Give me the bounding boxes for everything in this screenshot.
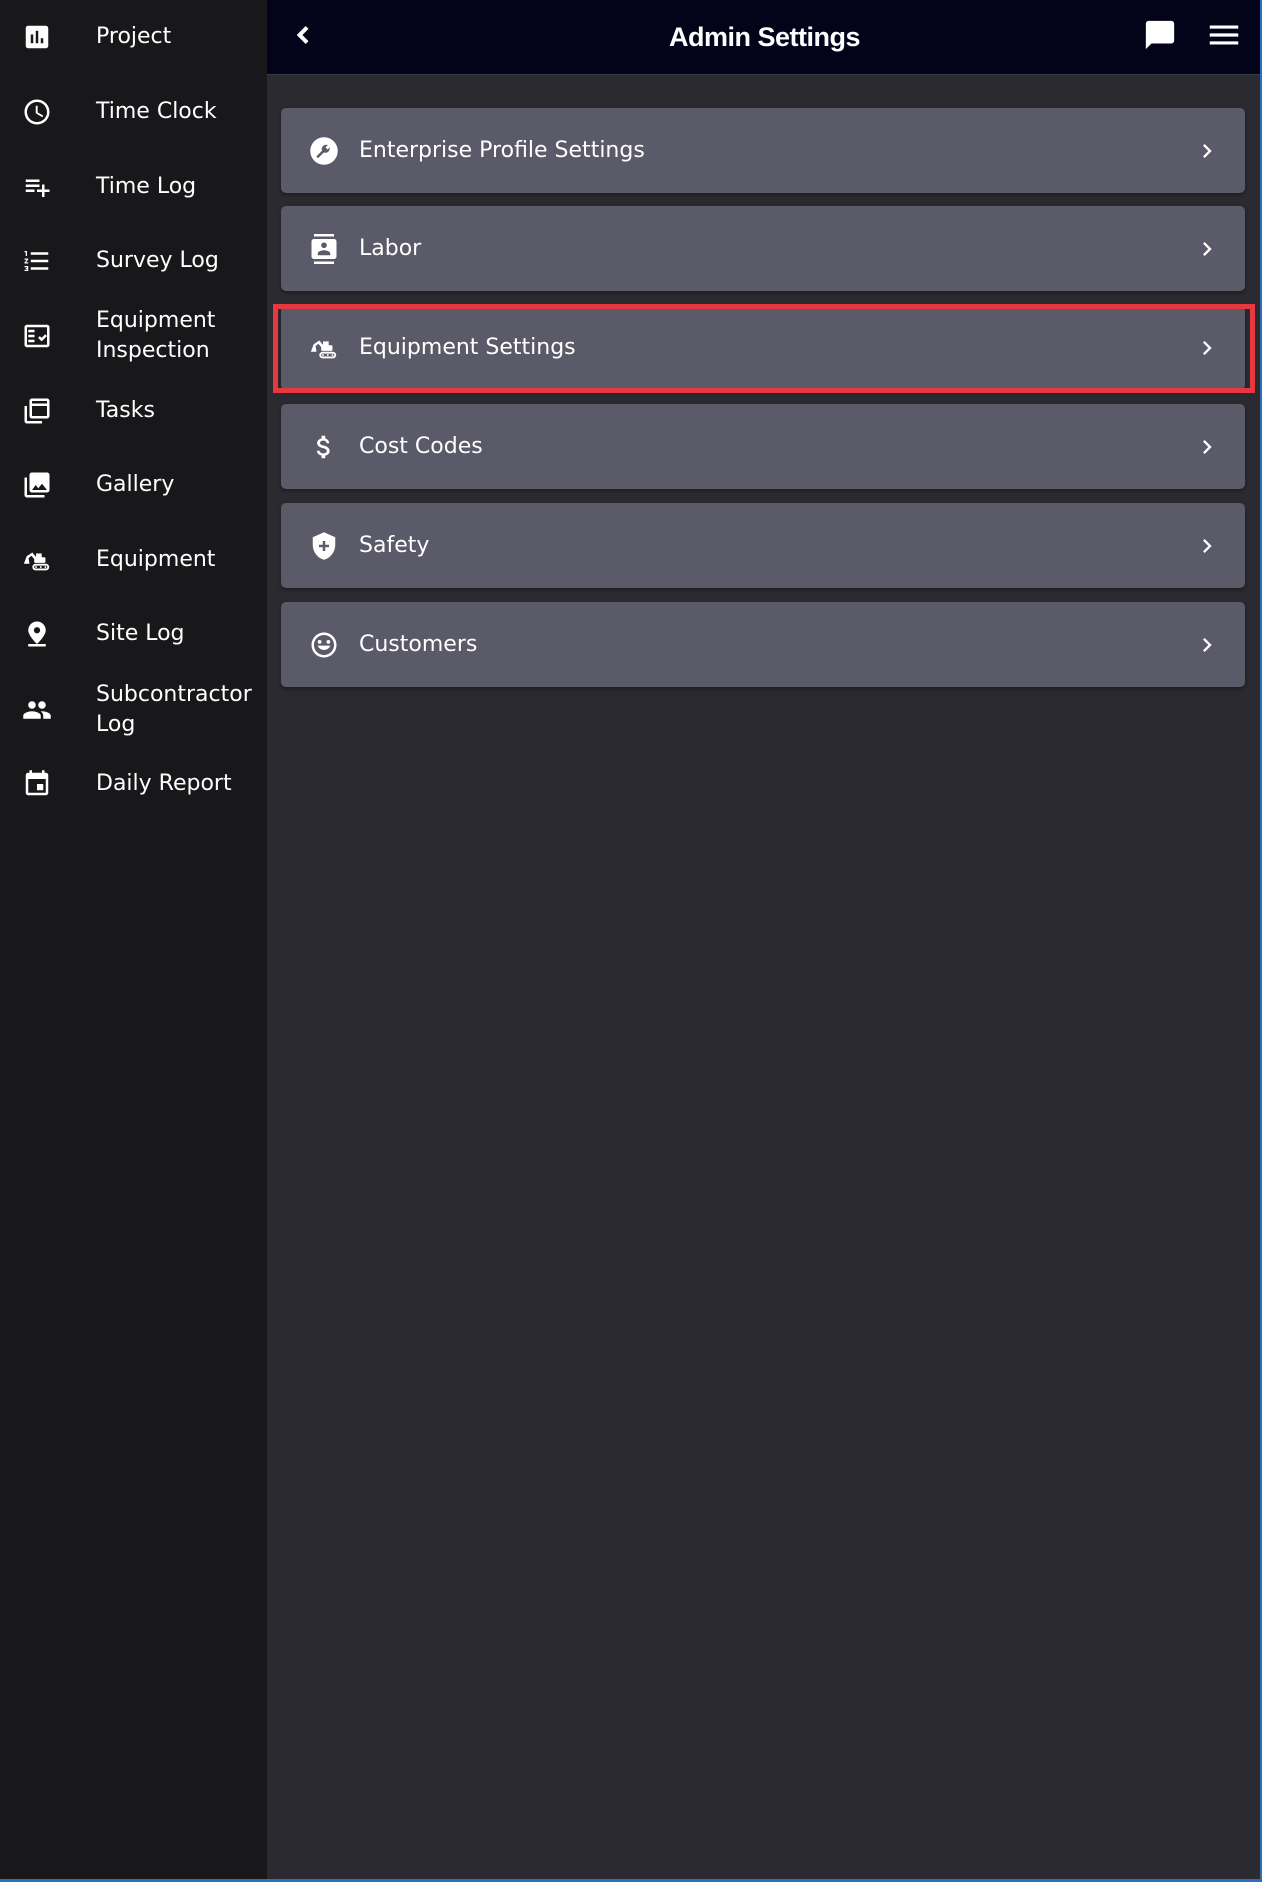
chevron-right-icon bbox=[1193, 631, 1221, 659]
settings-item-label: Enterprise Profile Settings bbox=[359, 138, 645, 163]
chevron-right-icon bbox=[1193, 235, 1221, 263]
settings-item-label: Customers bbox=[359, 632, 478, 657]
bar-chart-icon bbox=[22, 22, 52, 52]
checklist-box-icon bbox=[22, 321, 52, 351]
wrench-icon bbox=[308, 135, 340, 167]
sidebar-item-tasks[interactable]: Tasks bbox=[0, 396, 267, 426]
settings-item-label: Labor bbox=[359, 236, 422, 261]
people-icon bbox=[22, 695, 52, 725]
excavator-icon bbox=[22, 545, 52, 575]
smiley-icon bbox=[308, 629, 340, 661]
sidebar-item-time-clock[interactable]: Time Clock bbox=[0, 97, 267, 127]
sidebar-item-gallery[interactable]: Gallery bbox=[0, 470, 267, 500]
settings-item-cost-codes[interactable]: Cost Codes bbox=[281, 404, 1245, 489]
sidebar-item-label: Gallery bbox=[96, 472, 175, 497]
main-content: Admin Settings Enterprise Profile Settin… bbox=[267, 0, 1262, 1882]
menu-button[interactable] bbox=[1204, 17, 1244, 57]
excavator-icon bbox=[308, 332, 340, 364]
sidebar-item-label: Site Log bbox=[96, 621, 185, 646]
photo-library-icon bbox=[22, 470, 52, 500]
hamburger-menu-icon bbox=[1205, 16, 1243, 58]
settings-item-equipment-settings[interactable]: Equipment Settings bbox=[281, 305, 1245, 390]
sidebar-item-site-log[interactable]: Site Log bbox=[0, 619, 267, 649]
sidebar-item-label: Survey Log bbox=[96, 248, 219, 273]
sidebar-item-time-log[interactable]: Time Log bbox=[0, 172, 267, 202]
calendar-icon bbox=[22, 769, 52, 799]
settings-item-label: Safety bbox=[359, 533, 430, 558]
sidebar-item-equipment[interactable]: Equipment bbox=[0, 545, 267, 575]
sidebar-item-subcontractor-log[interactable]: Subcontractor Log bbox=[0, 680, 267, 740]
sidebar-item-equipment-inspection[interactable]: Equipment Inspection bbox=[0, 306, 267, 366]
clock-icon bbox=[22, 97, 52, 127]
app-header: Admin Settings bbox=[267, 0, 1262, 75]
settings-item-label: Equipment Settings bbox=[359, 335, 576, 360]
settings-item-customers[interactable]: Customers bbox=[281, 602, 1245, 687]
chevron-right-icon bbox=[1193, 334, 1221, 362]
sidebar-item-label: Daily Report bbox=[96, 771, 232, 796]
playlist-add-icon bbox=[22, 172, 52, 202]
sidebar: Project Time Clock Time Log Survey Log E… bbox=[0, 0, 267, 1882]
sidebar-item-project[interactable]: Project bbox=[0, 22, 267, 52]
sidebar-item-label: Equipment Inspection bbox=[96, 308, 216, 363]
sidebar-item-survey-log[interactable]: Survey Log bbox=[0, 246, 267, 276]
sidebar-item-label: Time Clock bbox=[96, 99, 217, 124]
dollar-icon bbox=[308, 431, 340, 463]
stacked-cards-icon bbox=[22, 396, 52, 426]
chevron-right-icon bbox=[1193, 532, 1221, 560]
page-title: Admin Settings bbox=[668, 22, 861, 52]
sidebar-item-label: Project bbox=[96, 24, 172, 49]
chat-button[interactable] bbox=[1140, 17, 1180, 57]
list-numbered-icon bbox=[22, 246, 52, 276]
chevron-right-icon bbox=[1193, 137, 1221, 165]
settings-item-label: Cost Codes bbox=[359, 434, 483, 459]
map-pin-icon bbox=[22, 619, 52, 649]
chevron-right-icon bbox=[1193, 433, 1221, 461]
sidebar-item-label: Time Log bbox=[96, 174, 197, 199]
sidebar-item-daily-report[interactable]: Daily Report bbox=[0, 769, 267, 799]
settings-item-enterprise-profile[interactable]: Enterprise Profile Settings bbox=[281, 108, 1245, 193]
shield-plus-icon bbox=[308, 530, 340, 562]
sidebar-item-label: Equipment bbox=[96, 547, 216, 572]
contact-card-icon bbox=[308, 233, 340, 265]
sidebar-item-label: Subcontractor Log bbox=[96, 682, 252, 737]
settings-item-safety[interactable]: Safety bbox=[281, 503, 1245, 588]
settings-item-labor[interactable]: Labor bbox=[281, 206, 1245, 291]
chat-icon bbox=[1143, 18, 1177, 56]
sidebar-item-label: Tasks bbox=[96, 398, 155, 423]
